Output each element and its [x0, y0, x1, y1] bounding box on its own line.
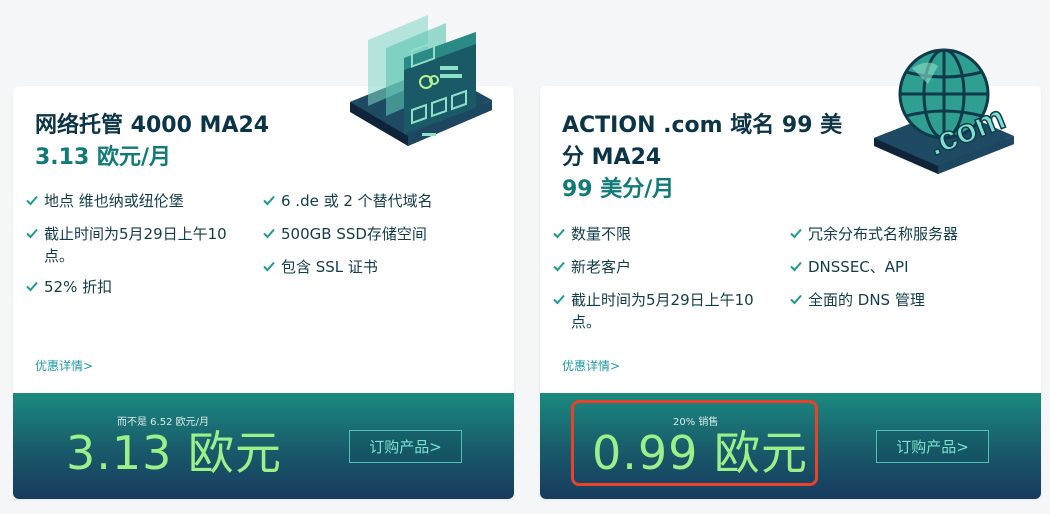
sale-price: 3.13 欧元 [66, 426, 283, 480]
feature-item: 截止时间为5月29日上午10点。 [552, 289, 782, 333]
check-icon [26, 228, 38, 239]
card-monthly-price: 3.13 欧元/月 [35, 145, 171, 170]
web-hosting-illustration [350, 15, 492, 146]
feature-item: 冗余分布式名称服务器 [789, 223, 1029, 245]
feature-text: DNSSEC、API [808, 258, 909, 276]
sale-price: 0.99 欧元 [592, 426, 809, 480]
check-icon [553, 228, 565, 239]
price-footer: 而不是 6.52 欧元/月 3.13 欧元 订购产品> [13, 393, 514, 499]
globe-com-illustration: .com [874, 48, 1014, 174]
feature-text: 地点 维也纳或纽伦堡 [44, 192, 184, 210]
offer-details-link[interactable]: 优惠详情> [562, 357, 620, 374]
check-icon [790, 228, 802, 239]
check-icon [553, 261, 565, 272]
card-monthly-price: 99 美分/月 [562, 177, 675, 202]
feature-item: 数量不限 [552, 223, 782, 245]
feature-text: 截止时间为5月29日上午10点。 [44, 225, 227, 265]
check-icon [790, 261, 802, 272]
check-icon [263, 228, 275, 239]
feature-text: 6 .de 或 2 个替代域名 [281, 192, 433, 210]
card-title-text: ACTION .com 域名 99 美分 MA24 [562, 113, 843, 170]
feature-text: 包含 SSL 证书 [281, 258, 378, 276]
card-title: 网络托管 4000 MA24 3.13 欧元/月 [35, 110, 335, 174]
feature-item: 包含 SSL 证书 [262, 256, 502, 278]
price-footer: 20% 销售 0.99 欧元 订购产品> [540, 393, 1041, 499]
feature-text: 52% 折扣 [44, 278, 113, 296]
check-icon [26, 195, 38, 206]
feature-item: 52% 折扣 [25, 276, 255, 298]
check-icon [790, 294, 802, 305]
order-product-button[interactable]: 订购产品> [349, 430, 462, 463]
feature-text: 冗余分布式名称服务器 [808, 225, 959, 243]
feature-item: 500GB SSD存储空间 [262, 223, 502, 245]
card-title: ACTION .com 域名 99 美分 MA24 99 美分/月 [562, 110, 862, 206]
feature-text: 500GB SSD存储空间 [281, 225, 427, 243]
check-icon [553, 294, 565, 305]
feature-text: 数量不限 [571, 225, 632, 243]
feature-text: 截止时间为5月29日上午10点。 [571, 291, 754, 331]
order-product-button[interactable]: 订购产品> [876, 430, 989, 463]
feature-item: 地点 维也纳或纽伦堡 [25, 190, 255, 212]
feature-item: DNSSEC、API [789, 256, 1029, 278]
feature-item: 全面的 DNS 管理 [789, 289, 1029, 311]
check-icon [26, 281, 38, 292]
offer-details-link[interactable]: 优惠详情> [35, 357, 93, 374]
feature-item: 新老客户 [552, 256, 782, 278]
check-icon [263, 195, 275, 206]
feature-item: 截止时间为5月29日上午10点。 [25, 223, 255, 267]
feature-item: 6 .de 或 2 个替代域名 [262, 190, 502, 212]
feature-text: 新老客户 [571, 258, 632, 276]
card-title-text: 网络托管 4000 MA24 [35, 113, 270, 138]
feature-text: 全面的 DNS 管理 [808, 291, 925, 309]
check-icon [263, 261, 275, 272]
